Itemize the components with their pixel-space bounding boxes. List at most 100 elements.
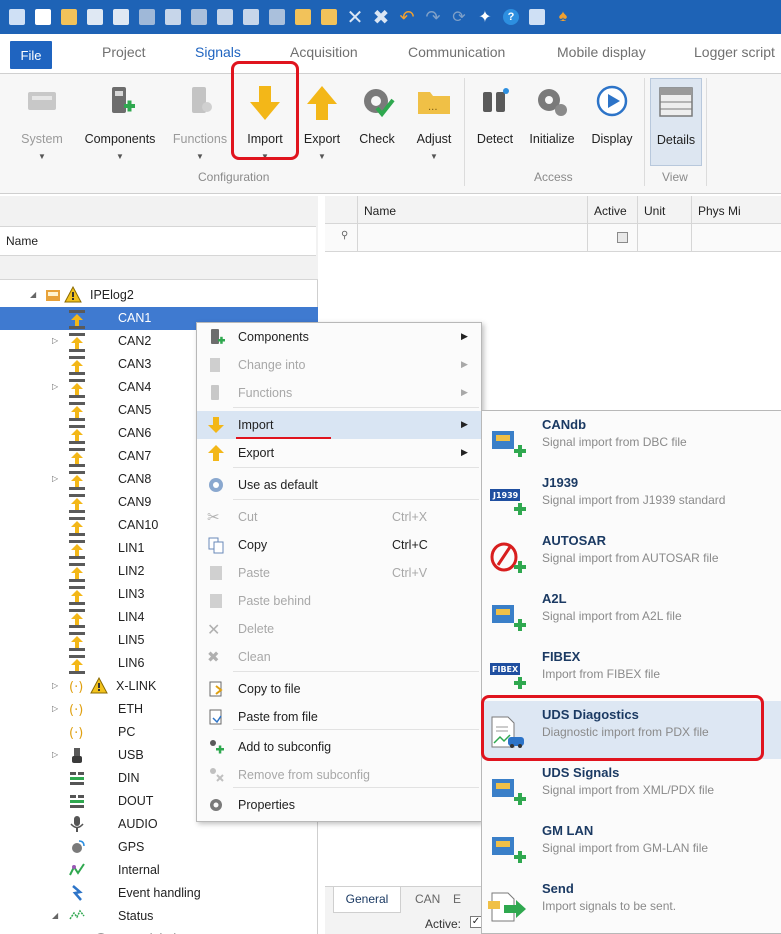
menu-item-change-into[interactable]: Change into ▶	[197, 351, 481, 379]
tree-item-label: CAN1	[118, 311, 152, 325]
help-icon[interactable]: ?	[500, 6, 522, 28]
tree-name-header[interactable]: Name	[0, 226, 316, 256]
tree-item-event-handling[interactable]: Event handling	[0, 882, 318, 905]
menu-shortcut: Ctrl+X	[392, 510, 428, 524]
menu-item-use-as-default[interactable]: Use as default	[197, 471, 481, 499]
tree-item-gps[interactable]: GPS	[0, 836, 318, 859]
tools-icon[interactable]	[526, 6, 548, 28]
expand-arrow-icon[interactable]: ▷	[52, 336, 58, 345]
system-button[interactable]: System ▼	[14, 78, 70, 166]
menu-shortcut: Ctrl+V	[392, 566, 428, 580]
settings-icon[interactable]: ✦	[474, 6, 496, 28]
clean-icon[interactable]: ✖	[370, 6, 392, 29]
bus-channel-icon	[68, 631, 86, 651]
submenu-item-candb[interactable]: CANdb Signal import from DBC file	[482, 411, 781, 469]
collapse-arrow-icon[interactable]: ◢	[52, 911, 58, 920]
submenu-item-autosar[interactable]: AUTOSAR Signal import from AUTOSAR file	[482, 527, 781, 585]
delete-icon[interactable]: ✕	[344, 6, 366, 29]
tree-root-item[interactable]: ◢ IPElog2	[0, 284, 318, 307]
functions-button[interactable]: Functions ▼	[170, 78, 230, 166]
submenu-item-fibex[interactable]: FIBEX FIBEX Import from FIBEX file	[482, 643, 781, 701]
submenu-arrow-icon: ▶	[461, 359, 468, 369]
grid-col-name[interactable]: Name	[357, 196, 587, 252]
detect-button[interactable]: Detect	[472, 78, 518, 166]
submenu-item-uds-signals[interactable]: UDS Signals Signal import from XML/PDX fi…	[482, 759, 781, 817]
new-file-icon[interactable]	[32, 6, 54, 28]
tab-project[interactable]: Project	[102, 44, 146, 66]
tree-item-global[interactable]: Global	[0, 928, 318, 934]
check-button[interactable]: Check	[352, 78, 402, 166]
tab-general[interactable]: General	[333, 887, 401, 913]
expand-arrow-icon[interactable]: ▷	[52, 474, 58, 483]
menu-item-add-to-subconfig[interactable]: Add to subconfig	[197, 733, 481, 761]
tab-file[interactable]: File	[10, 41, 52, 69]
menu-item-paste-behind[interactable]: Paste behind	[197, 587, 481, 615]
submenu-item-send[interactable]: Send Import signals to be sent.	[482, 875, 781, 933]
expand-arrow-icon[interactable]: ▷	[52, 704, 58, 713]
tab-e[interactable]: E	[453, 892, 461, 906]
cut-icon[interactable]	[188, 6, 210, 28]
tab-acquisition[interactable]: Acquisition	[290, 44, 358, 66]
menu-item-copy[interactable]: Copy Ctrl+C	[197, 531, 481, 559]
tree-item-status[interactable]: ◢ Status	[0, 905, 318, 928]
menu-item-paste[interactable]: Paste Ctrl+V	[197, 559, 481, 587]
grid-col-unit[interactable]: Unit	[637, 196, 691, 252]
submenu-item-j1939[interactable]: J1939 J1939 Signal import from J1939 stand…	[482, 469, 781, 527]
save-icon[interactable]	[84, 6, 106, 28]
paste-icon[interactable]	[240, 6, 262, 28]
tab-communication[interactable]: Communication	[408, 44, 505, 66]
menu-item-export[interactable]: Export ▶	[197, 439, 481, 467]
menu-item-properties[interactable]: Properties	[197, 791, 481, 819]
chevron-down-icon: ▼	[196, 152, 204, 161]
grid-row-indicator-column	[325, 196, 357, 252]
tab-logger-script[interactable]: Logger script	[694, 44, 775, 66]
functions-label: Functions	[172, 132, 228, 146]
export-small-icon[interactable]	[318, 6, 340, 28]
adjust-button[interactable]: ... Adjust ▼	[408, 78, 460, 166]
menu-item-label: Export	[238, 446, 275, 460]
tab-can[interactable]: CAN	[415, 892, 440, 906]
menu-item-paste-from-file[interactable]: Paste from file	[197, 703, 481, 731]
details-button[interactable]: Details	[650, 78, 702, 166]
import-small-icon[interactable]	[292, 6, 314, 28]
menu-item-components[interactable]: Components ▶	[197, 323, 481, 351]
menu-item-copy-to-file[interactable]: Copy to file	[197, 675, 481, 703]
cut-icon: ✂	[207, 509, 220, 526]
paste-behind-icon[interactable]	[266, 6, 288, 28]
open-folder-icon[interactable]	[58, 6, 80, 28]
components-button[interactable]: Components ▼	[78, 78, 162, 166]
auto-icon[interactable]	[136, 6, 158, 28]
app-menu-icon[interactable]	[6, 6, 28, 28]
system-label: System	[21, 132, 63, 146]
copy-icon[interactable]	[214, 6, 236, 28]
grid-col-phys-min[interactable]: Phys Mi	[691, 196, 781, 252]
tab-mobile-display[interactable]: Mobile display	[557, 44, 646, 66]
send-import-icon	[488, 889, 528, 925]
menu-item-functions[interactable]: Functions ▶	[197, 379, 481, 407]
submenu-item-gm-lan[interactable]: GM LAN Signal import from GM-LAN file	[482, 817, 781, 875]
menu-item-cut[interactable]: ✂ Cut Ctrl+X	[197, 503, 481, 531]
ribbon-tab-bar: File Project Signals Acquisition Communi…	[0, 34, 781, 74]
tree-item-internal[interactable]: Internal	[0, 859, 318, 882]
gps-icon	[68, 838, 86, 856]
redo-icon[interactable]: ↷	[422, 6, 444, 28]
expand-arrow-icon[interactable]: ▷	[52, 382, 58, 391]
display-button[interactable]: Display	[584, 78, 640, 166]
submenu-item-a2l[interactable]: A2L Signal import from A2L file	[482, 585, 781, 643]
plugin-icon[interactable]: ♠	[552, 6, 574, 28]
grid-col-active[interactable]: Active	[587, 196, 637, 252]
menu-item-remove-from-subconfig[interactable]: Remove from subconfig	[197, 761, 481, 789]
menu-item-clean[interactable]: ✖ Clean	[197, 643, 481, 671]
initialize-button[interactable]: Initialize	[522, 78, 582, 166]
microphone-icon	[68, 815, 86, 833]
menu-item-import[interactable]: Import ▶	[197, 411, 481, 439]
menu-item-delete[interactable]: ✕ Delete	[197, 615, 481, 643]
export-button[interactable]: Export ▼	[298, 78, 346, 166]
save-as-icon[interactable]	[110, 6, 132, 28]
expand-arrow-icon[interactable]: ▷	[52, 750, 58, 759]
refresh-icon[interactable]: ⟳	[448, 6, 470, 28]
expand-arrow-icon[interactable]: ▷	[52, 681, 58, 690]
undo-icon[interactable]: ↶	[396, 6, 418, 28]
collapse-arrow-icon[interactable]: ◢	[30, 290, 36, 299]
layout-icon[interactable]	[162, 6, 184, 28]
